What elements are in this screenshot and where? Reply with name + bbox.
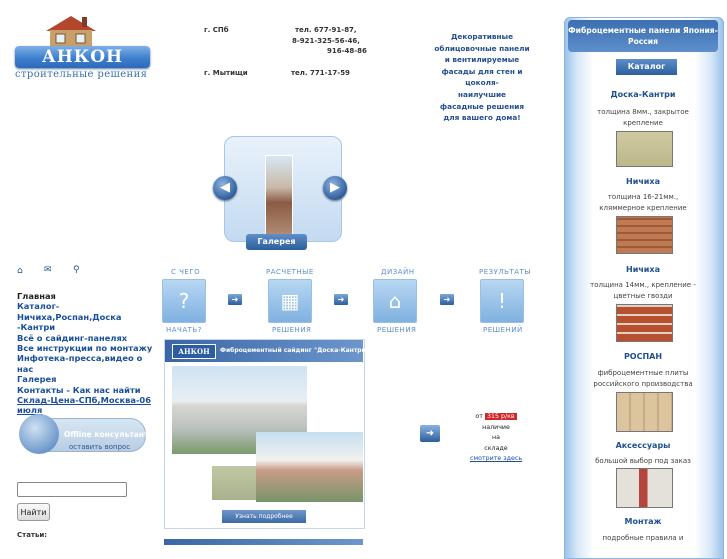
nav-item-contacts[interactable]: Контакты - Как нас найти	[17, 385, 157, 395]
product-swatch-nichiha-16[interactable]	[616, 216, 673, 254]
nav-item-warehouse[interactable]: Склад-Цена-СПб,Москва-06	[17, 395, 157, 405]
second-banner[interactable]	[164, 539, 363, 545]
product-desc: толщина 14мм., крепление -	[590, 281, 696, 289]
consultant-icon[interactable]	[19, 414, 59, 454]
home-icon[interactable]: ⌂	[17, 266, 23, 276]
promo-line: фасадные решения	[439, 101, 525, 111]
step-2-top: РАСЧЕТНЫЕ	[266, 268, 314, 276]
promo-line: цоколя-	[465, 78, 499, 88]
nav-item-catalog-cont[interactable]: -Кантри	[17, 322, 157, 332]
contact-city-mytishchi: г. Мытищи	[204, 69, 248, 77]
product-desc: толщина 8мм., закрытое	[597, 108, 689, 116]
step-arrow-icon: ➜	[228, 294, 242, 305]
step-arrow-icon: ➜	[334, 294, 348, 305]
contact-phone-spb-1: тел. 677-91-87,	[295, 26, 357, 34]
nav-item-home[interactable]: Главная	[17, 291, 157, 301]
product-desc: подробные правила и	[602, 534, 684, 542]
stats-label: Статьи:	[17, 531, 48, 539]
product-title[interactable]: Монтаж	[568, 517, 718, 526]
price-availability-3: складе	[484, 444, 508, 452]
search-button[interactable]: Найти	[17, 503, 50, 521]
consultant-action[interactable]: оставить вопрос	[69, 443, 130, 451]
nav-item-gallery[interactable]: Галерея	[17, 374, 157, 384]
product-desc: кляммерное крепление	[599, 204, 687, 212]
price-link[interactable]: смотрите здесь	[462, 454, 530, 465]
step-4-result-icon[interactable]: !	[480, 279, 524, 323]
logo-tagline: строительные решения	[15, 69, 148, 80]
contact-phone-spb-2: 8-921-325-56-46,	[292, 37, 360, 45]
contact-phone-spb-3: 916-48-86	[327, 47, 367, 55]
product-title[interactable]: Доска-Кантри	[568, 90, 718, 99]
promo-line: наилучшие	[458, 89, 506, 99]
sidebar-header: Фиброцементные панели Япония-Россия	[568, 20, 718, 52]
step-1-top: С ЧЕГО	[171, 268, 201, 276]
product-desc: российского производства	[593, 380, 693, 388]
gallery-prev-button[interactable]: ◀	[213, 176, 237, 200]
promo-line: для вашего дома!	[443, 113, 521, 123]
step-1-question-icon[interactable]: ?	[162, 279, 206, 323]
product-title[interactable]: Ничиха	[568, 265, 718, 274]
step-1-bottom: НАЧАТЬ?	[166, 326, 202, 334]
step-4-bottom: РЕШЕНИЙ	[483, 326, 523, 334]
step-3-house-icon[interactable]: ⌂	[373, 279, 417, 323]
price-amount: 315 р/кв	[484, 413, 517, 420]
mail-icon[interactable]: ✉	[44, 265, 52, 275]
price-arrow-icon[interactable]: ➜	[420, 425, 440, 442]
gallery-photo[interactable]	[265, 155, 293, 235]
banner-logo: АНКОН	[172, 344, 216, 359]
product-title[interactable]: РОСПАН	[568, 352, 718, 361]
banner-porch-photo	[256, 432, 363, 502]
step-2-calculator-icon[interactable]: ▦	[268, 279, 312, 323]
step-2-bottom: РЕШЕНИЯ	[272, 326, 312, 334]
search-icon[interactable]: ⚲	[73, 265, 80, 275]
step-arrow-icon: ➜	[440, 294, 454, 305]
price-availability-2: на	[492, 434, 500, 441]
search-input[interactable]	[17, 482, 127, 497]
product-title[interactable]: Аксессуары	[568, 441, 718, 450]
product-swatch-accessories[interactable]	[616, 468, 673, 508]
promo-line: и вентилируемые	[444, 55, 520, 65]
product-swatch-rospan[interactable]	[616, 392, 673, 432]
price-from: от	[475, 413, 483, 420]
banner-title: Фиброцементный сайдинг "Доска-Кантри"	[220, 347, 369, 354]
gallery-button[interactable]: Галерея	[246, 234, 307, 250]
promo-text: Декоративные облицовочные панели и венти…	[432, 31, 532, 124]
nav-item-instructions[interactable]: Все инструкции по монтажу	[17, 343, 157, 353]
nav-item-infoteka[interactable]: Инфотека-пресса,видео о нас	[17, 353, 157, 374]
product-desc: большой выбор под заказ	[595, 457, 691, 465]
product-desc: крепление	[623, 119, 663, 127]
step-3-bottom: РЕШЕНИЯ	[377, 326, 417, 334]
gallery-next-button[interactable]: ▶	[323, 176, 347, 200]
product-swatch-nichiha-14[interactable]	[616, 304, 673, 342]
nav-item-siding[interactable]: Всё о сайдинг-панелях	[17, 333, 157, 343]
product-desc: фиброцементные плиты	[597, 369, 689, 377]
price-availability: наличие	[482, 423, 510, 431]
promo-line: Декоративные	[450, 32, 514, 41]
nav-item-catalog[interactable]: Каталог-Ничиха,Роспан,Доска	[17, 301, 157, 322]
product-swatch-doska[interactable]	[616, 131, 673, 167]
promo-line: облицовочные панели	[434, 43, 530, 53]
price-block: от 315 р/кв наличие на складе смотрите з…	[462, 412, 530, 465]
logo-name[interactable]: АНКОН	[15, 46, 150, 68]
product-title[interactable]: Ничиха	[568, 177, 718, 186]
consultant-status[interactable]: Offline консультант	[64, 430, 148, 439]
step-3-top: ДИЗАЙН	[381, 268, 415, 276]
banner-more-button[interactable]: Узнать подробнее	[222, 510, 306, 523]
contact-phone-mytishchi: тел. 771-17-59	[291, 69, 350, 77]
step-4-top: РЕЗУЛЬТАТЫ	[479, 268, 531, 276]
promo-line: фасады для стен и	[441, 66, 523, 76]
banner-siding-sample	[212, 466, 256, 500]
contact-city-spb: г. СПб	[204, 26, 229, 34]
product-desc: цветные гвозди	[613, 292, 673, 300]
main-nav: Главная Каталог-Ничиха,Роспан,Доска -Кан…	[17, 291, 157, 416]
sidebar-catalog-button[interactable]: Каталог	[615, 58, 678, 76]
product-desc: толщина 16-21мм.,	[607, 193, 679, 201]
